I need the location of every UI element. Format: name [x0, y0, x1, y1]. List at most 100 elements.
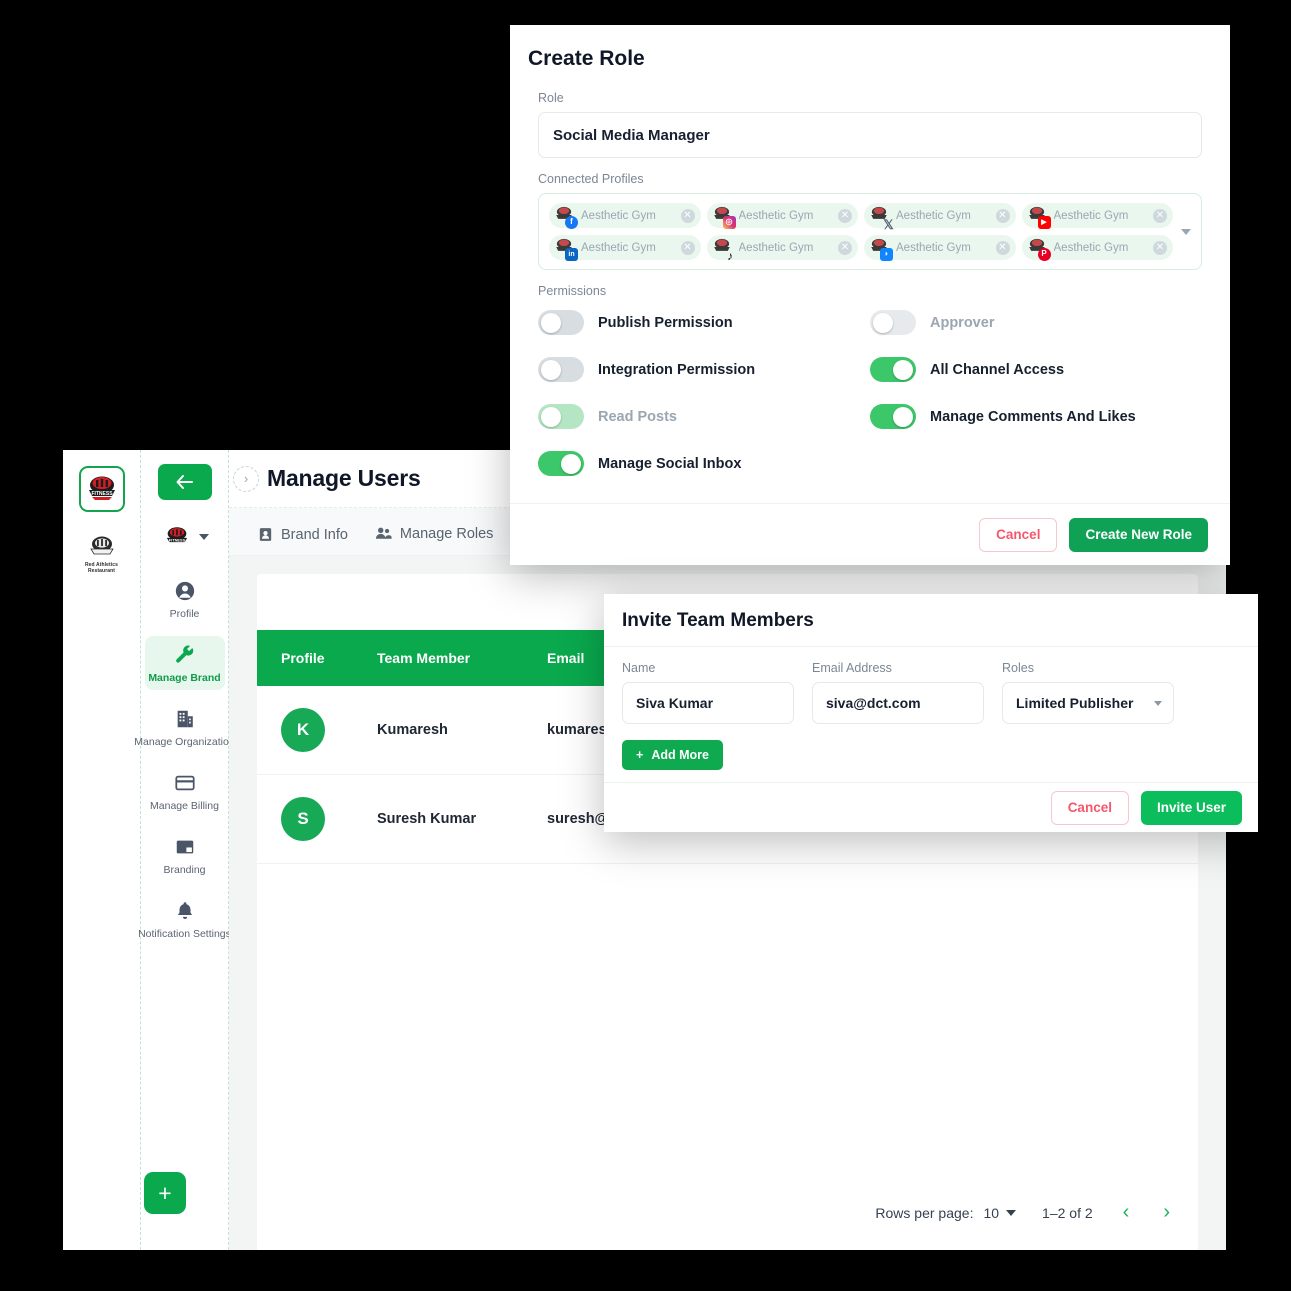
profile-chip[interactable]: ♪ Aesthetic Gym ✕ — [706, 235, 858, 263]
remove-chip-icon[interactable]: ✕ — [995, 240, 1010, 255]
remove-chip-icon[interactable]: ✕ — [680, 240, 695, 255]
nav-item-manage-organization[interactable]: Manage Organization — [134, 700, 235, 754]
avatar: K — [281, 708, 325, 752]
connected-profiles-chips: f Aesthetic Gym ✕ ◎ Aesthetic Gym ✕ 𝕏 Ae… — [549, 203, 1173, 263]
permission-integration[interactable]: Integration Permission — [538, 357, 870, 382]
email-input[interactable] — [812, 682, 984, 724]
remove-chip-icon[interactable]: ✕ — [838, 208, 852, 223]
chip-avatar: ▶ — [1026, 205, 1051, 229]
tab-label: Manage Roles — [399, 525, 494, 542]
chevron-down-icon — [1006, 1209, 1017, 1216]
plus-icon: + — [636, 748, 644, 762]
brand-logo-secondary[interactable]: Red Athletics Restaurant — [79, 530, 125, 580]
name-input[interactable] — [622, 682, 794, 724]
profile-chip[interactable]: ◎ Aesthetic Gym ✕ — [706, 203, 858, 229]
role-field-label: Role — [538, 91, 564, 105]
brand-rail: FITNESS Red Athletics Restaurant + — [63, 450, 186, 1250]
roles-select[interactable]: Limited Publisher — [1002, 682, 1174, 724]
create-new-role-button[interactable]: Create New Role — [1069, 517, 1208, 552]
facebook-icon: f — [565, 215, 578, 229]
profile-chip[interactable]: f Aesthetic Gym ✕ — [549, 203, 701, 229]
profile-chip[interactable]: P Aesthetic Gym ✕ — [1021, 235, 1173, 261]
chip-label: Aesthetic Gym — [1053, 209, 1129, 222]
permission-label: Approver — [930, 314, 995, 331]
rows-per-page-label: Rows per page: — [875, 1204, 974, 1221]
brand-logo-active[interactable]: FITNESS — [78, 466, 125, 512]
all-channel-access-toggle[interactable] — [870, 357, 916, 382]
invite-fields-row: Name Email Address Roles Limited Publish… — [622, 661, 1240, 724]
id-badge-icon — [259, 528, 272, 541]
nav-item-manage-billing[interactable]: Manage Billing — [145, 764, 225, 818]
bluesky-icon: ◗ — [880, 247, 893, 261]
integration-permission-toggle[interactable] — [538, 357, 584, 382]
invite-user-button[interactable]: Invite User — [1140, 790, 1242, 825]
col-team-member: Team Member — [367, 630, 537, 686]
brand-switcher[interactable]: FITNESS — [160, 526, 209, 548]
settings-nav: FITNESS Profile Manage Brand Manage Orga… — [134, 450, 235, 1250]
manage-social-inbox-toggle[interactable] — [538, 451, 584, 476]
bell-icon — [174, 899, 196, 923]
cell-name: Kumaresh — [367, 686, 537, 775]
create-role-footer: Cancel Create New Role — [510, 503, 1230, 565]
profile-chip[interactable]: ▶ Aesthetic Gym ✕ — [1021, 203, 1173, 229]
cell-name: Suresh Kumar — [367, 774, 537, 864]
users-icon — [375, 527, 392, 539]
permission-label: Integration Permission — [598, 361, 756, 378]
next-page-button[interactable]: › — [1159, 1201, 1174, 1224]
tab-brand-info[interactable]: Brand Info — [257, 526, 348, 555]
nav-item-branding[interactable]: Branding — [145, 828, 225, 882]
permission-all-channel-access[interactable]: All Channel Access — [870, 357, 1202, 382]
publish-permission-toggle[interactable] — [538, 310, 584, 335]
approver-toggle — [870, 310, 916, 335]
remove-chip-icon[interactable]: ✕ — [680, 208, 695, 223]
permission-manage-social-inbox[interactable]: Manage Social Inbox — [538, 451, 870, 476]
prev-page-button[interactable]: ‹ — [1119, 1201, 1134, 1224]
remove-chip-icon[interactable]: ✕ — [1153, 240, 1167, 255]
nav-item-notification-settings[interactable]: Notification Settings — [138, 892, 231, 946]
app-window: FITNESS Red Athletics Restaurant + FITNE… — [63, 450, 1226, 1250]
rows-per-page-value: 10 — [983, 1204, 1000, 1221]
nav-label: Manage Organization — [134, 736, 235, 748]
cancel-button[interactable]: Cancel — [979, 517, 1058, 552]
fitness-logo-icon: FITNESS — [166, 527, 188, 542]
back-button[interactable] — [157, 464, 212, 500]
nav-item-profile[interactable]: Profile — [145, 572, 225, 626]
permission-label: All Channel Access — [930, 361, 1065, 378]
chevron-down-icon[interactable] — [1181, 229, 1191, 235]
remove-chip-icon[interactable]: ✕ — [838, 240, 852, 255]
svg-text:FITNESS: FITNESS — [169, 537, 186, 542]
manage-comments-likes-toggle[interactable] — [870, 404, 916, 429]
create-role-body: Role Connected Profiles f Aesthetic Gym … — [510, 83, 1230, 503]
expand-sidebar-button[interactable]: › — [233, 465, 259, 492]
credit-card-icon — [174, 771, 196, 795]
profile-chip[interactable]: in Aesthetic Gym ✕ — [549, 235, 701, 261]
add-brand-button[interactable]: + — [144, 1172, 186, 1214]
remove-chip-icon[interactable]: ✕ — [995, 208, 1010, 223]
pagination: Rows per page: 10 1–2 of 2 ‹ › — [257, 1179, 1198, 1250]
permission-manage-comments-likes[interactable]: Manage Comments And Likes — [870, 404, 1202, 429]
invite-roles-field: Roles Limited Publisher — [1002, 661, 1174, 724]
tiktok-icon: ♪ — [727, 249, 733, 263]
profile-chip[interactable]: 𝕏 Aesthetic Gym ✕ — [864, 203, 1016, 231]
permission-publish[interactable]: Publish Permission — [538, 310, 870, 335]
chip-avatar: 𝕏 — [868, 205, 894, 231]
invite-name-field: Name — [622, 661, 794, 724]
connected-profiles-box[interactable]: f Aesthetic Gym ✕ ◎ Aesthetic Gym ✕ 𝕏 Ae… — [538, 193, 1202, 270]
role-input[interactable] — [538, 112, 1202, 158]
permission-label: Read Posts — [598, 408, 677, 425]
email-label: Email Address — [812, 661, 892, 675]
chip-avatar: ◗ — [868, 237, 893, 261]
svg-text:FITNESS: FITNESS — [91, 491, 113, 497]
invite-modal-body: Name Email Address Roles Limited Publish… — [604, 647, 1258, 782]
remove-chip-icon[interactable]: ✕ — [1153, 208, 1167, 223]
roles-select-value: Limited Publisher — [1016, 695, 1134, 711]
rows-per-page-select[interactable]: 10 — [983, 1204, 1017, 1221]
chevron-down-icon — [199, 534, 209, 540]
add-more-button[interactable]: + Add More — [622, 740, 723, 770]
tab-manage-roles[interactable]: Manage Roles — [374, 524, 494, 555]
chip-label: Aesthetic Gym — [581, 209, 656, 222]
profile-chip[interactable]: ◗ Aesthetic Gym ✕ — [864, 235, 1016, 261]
nav-label: Manage Billing — [150, 800, 219, 812]
nav-item-manage-brand[interactable]: Manage Brand — [144, 636, 225, 690]
cancel-button[interactable]: Cancel — [1050, 790, 1129, 825]
